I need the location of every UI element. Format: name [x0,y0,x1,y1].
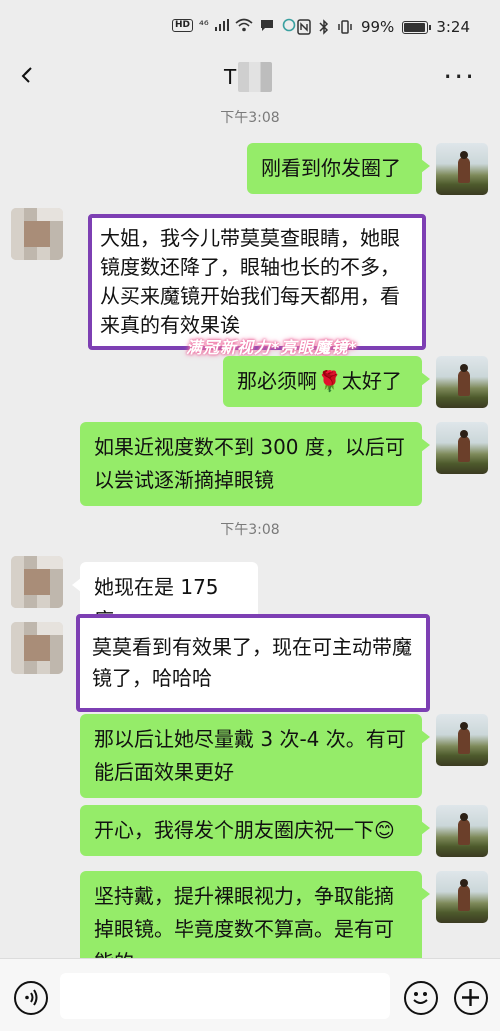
message-bubble[interactable]: 那以后让她尽量戴 3 次-4 次。有可能后面效果更好 [80,714,430,798]
avatar-self[interactable] [436,356,488,408]
avatar-contact[interactable] [11,622,63,674]
hd-badge: HD [172,18,194,32]
bluetooth-icon [319,19,329,35]
avatar-self[interactable] [436,422,488,474]
emoji-glyph [413,992,428,1004]
timestamp: 下午3:08 [220,522,280,538]
battery-percent: 99% [360,18,395,36]
clock: 3:24 [436,18,470,36]
nfc-icon [297,19,311,35]
chat-title: T [224,60,278,94]
avatar-self[interactable] [436,871,488,923]
battery-icon [402,20,432,34]
chat-icon [260,20,273,31]
chat-title-mosaic [238,62,273,92]
wifi-icon [235,18,253,32]
message-bubble[interactable]: 大姐，我今儿带莫莫查眼睛，她眼镜度数还降了，眼轴也长的不多，从买来魔镜开始我们每… [88,214,426,350]
message-bubble[interactable]: 莫莫看到有效果了，现在可主动带魔镜了，哈哈哈 [76,614,430,712]
message-bubble[interactable]: 刚看到你发圈了 [247,143,430,194]
plus-glyph [462,989,479,1006]
status-bar-left: HD ⁴⁶ [172,18,297,32]
status-bar-right: 99% 3:24 [297,18,470,36]
message-bubble[interactable]: 开心，我得发个朋友圈庆祝一下😊 [80,805,430,856]
chevron-left-icon[interactable] [16,64,38,86]
message-input[interactable] [60,973,390,1019]
plus-icon[interactable] [454,981,488,1015]
signal-icon [214,19,229,31]
avatar-contact[interactable] [11,208,63,260]
more-icon[interactable]: ··· [443,63,476,91]
chat-title-text: T [224,65,237,89]
input-bar [0,958,500,1031]
avatar-contact[interactable] [11,556,63,608]
timestamp: 下午3:08 [220,110,280,126]
avatar-self[interactable] [436,143,488,195]
message-bubble[interactable]: 如果近视度数不到 300 度，以后可以尝试逐渐摘掉眼镜 [80,422,430,506]
status-bar: HD ⁴⁶ 99% 3:24 [0,0,500,44]
network-label: ⁴⁶ [199,18,209,32]
message-bubble[interactable]: 那必须啊🌹太好了 [223,356,430,407]
emoji-icon[interactable] [404,981,438,1015]
cloud-icon [282,18,295,32]
voice-glyph [25,989,38,1006]
avatar-self[interactable] [436,714,488,766]
vibrate-icon [338,20,352,34]
watermark: 满冠新视力*亮眼魔镜* [186,338,358,357]
battery-fill [404,22,426,32]
avatar-self[interactable] [436,805,488,857]
chat-header: T ··· [0,50,500,102]
voice-icon[interactable] [14,981,48,1015]
